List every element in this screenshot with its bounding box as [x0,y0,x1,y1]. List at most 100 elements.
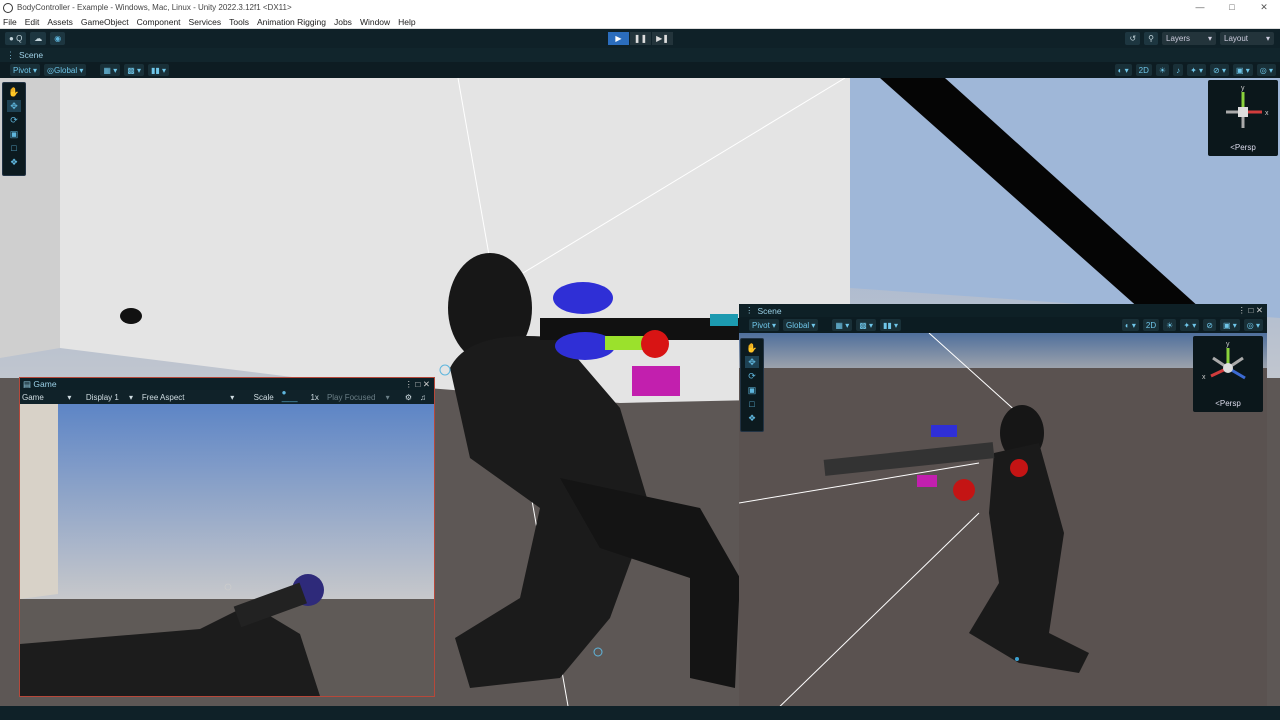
svg-text:x: x [1265,110,1269,117]
menu-assets[interactable]: Assets [47,17,73,27]
collab-icon[interactable]: ◉ [50,32,66,45]
tab-game[interactable]: Game [33,379,56,389]
window-title-bar: BodyController - Example - Windows, Mac,… [0,0,1280,15]
effects-icon[interactable]: ✦ ▾ [1187,64,1207,76]
tab-scene-2[interactable]: Scene [758,306,782,316]
effects-icon[interactable]: ✦ ▾ [1180,319,1200,331]
grip-icon: ⋮ [6,49,15,60]
hand-tool-icon[interactable]: ✋ [7,86,21,98]
layers-dropdown[interactable]: Layers ▾ [1162,32,1216,45]
close-button[interactable]: ✕ [1248,0,1280,15]
menu-tools[interactable]: Tools [229,17,249,27]
hidden-objects-icon[interactable]: ⊘ ▾ [1210,64,1229,76]
draw-mode-icon[interactable]: ◐ ▾ [1114,64,1132,76]
draw-mode-icon[interactable]: ◐ ▾ [1121,319,1139,331]
window-menu-icon[interactable]: ⋮ □ ✕ [405,379,430,390]
axis-gizmo-icon: y x [1226,85,1269,128]
chevron-down-icon: ▾ [1265,34,1270,43]
scene-2-orientation-gizmo[interactable]: y x <Persp [1193,336,1263,412]
grid-snap-icon[interactable]: ▦ ▾ [100,64,121,76]
scene-window-2-tab: ⋮ Scene ⋮ □ ✕ [739,304,1267,317]
play-button[interactable]: ▶ [608,32,629,45]
menu-edit[interactable]: Edit [25,17,40,27]
scene-view-toolbar: Pivot ▾ ◎ Global ▾ ▦ ▾ ▩ ▾ ▮▮ ▾ ◐ ▾ 2D ☀… [0,62,1280,78]
lighting-icon[interactable]: ☀ [1163,319,1177,331]
align-icon[interactable]: ▮▮ ▾ [880,319,902,331]
global-toggle-2[interactable]: Global ▾ [783,319,819,331]
display-dropdown[interactable]: Display 1 ▾ [86,393,134,402]
gizmos-icon[interactable]: ◎ ▾ [1243,319,1263,331]
rotate-tool-icon[interactable]: ⟳ [745,370,759,382]
mode-2d-toggle[interactable]: 2D [1135,64,1152,76]
play-controls: ▶ ❚❚ ▶❚ [608,32,673,45]
pause-button[interactable]: ❚❚ [630,32,651,45]
bug-icon[interactable]: ⚙ [405,393,412,402]
view-mode-dropdown[interactable]: Game ▾ [22,393,78,402]
audio-icon[interactable]: ♪ [1173,64,1184,76]
aspect-dropdown[interactable]: Free Aspect ▾ [142,393,246,402]
scene-viewport-2[interactable] [739,333,1267,717]
transform-tool-icon[interactable]: ❖ [745,412,759,424]
game-viewport[interactable] [20,404,434,696]
snap-increment-icon[interactable]: ▩ ▾ [856,319,877,331]
tab-scene[interactable]: Scene [19,50,43,60]
rect-tool-icon[interactable]: □ [745,398,759,410]
persp-label[interactable]: <Persp [1208,143,1278,152]
mode-2d-toggle-2[interactable]: 2D [1142,319,1160,331]
play-mode-dropdown[interactable]: Play Focused ▾ [327,393,397,402]
menu-bar: File Edit Assets GameObject Component Se… [0,15,1280,29]
menu-component[interactable]: Component [137,17,181,27]
global-label: Global [54,65,78,75]
game-window-tab: ▤ Game ⋮ □ ✕ [20,378,434,390]
scale-label: Scale [253,392,274,402]
audio-mute-icon[interactable]: ♫ [420,393,426,402]
search-icon[interactable]: ⚲ [1144,32,1158,45]
layout-dropdown[interactable]: Layout ▾ [1220,32,1274,45]
step-button[interactable]: ▶❚ [652,32,673,45]
minimize-button[interactable]: — [1184,0,1216,15]
rotate-tool-icon[interactable]: ⟳ [7,114,21,126]
scale-tool-icon[interactable]: ▣ [745,384,759,396]
account-icon: ● [9,34,17,43]
gizmos-icon[interactable]: ◎ ▾ [1256,64,1276,76]
menu-file[interactable]: File [3,17,17,27]
svg-text:y: y [1226,341,1230,348]
layout-label: Layout [1224,34,1249,43]
status-bar [0,706,1280,720]
menu-window[interactable]: Window [360,17,390,27]
move-tool-icon[interactable]: ✥ [745,356,759,368]
chevron-down-icon: ▾ [1207,34,1212,43]
menu-gameobject[interactable]: GameObject [81,17,129,27]
hand-tool-icon[interactable]: ✋ [745,342,759,354]
pivot-toggle[interactable]: Pivot ▾ [10,64,41,76]
transform-tool-icon[interactable]: ❖ [7,156,21,168]
undo-history-icon[interactable]: ↺ [1125,32,1141,45]
snap-increment-icon[interactable]: ▩ ▾ [124,64,144,76]
game-window: ▤ Game ⋮ □ ✕ Game ▾ Display 1 ▾ Free Asp… [19,377,435,697]
account-button[interactable]: ● Q [5,32,27,45]
scale-tool-icon[interactable]: ▣ [7,128,21,140]
align-icon[interactable]: ▮▮ ▾ [148,64,170,76]
camera-icon[interactable]: ▣ ▾ [1232,64,1253,76]
menu-help[interactable]: Help [398,17,415,27]
scene-orientation-gizmo[interactable]: y x <Persp [1208,80,1278,156]
pivot-toggle-2[interactable]: Pivot ▾ [749,319,780,331]
camera-icon[interactable]: ▣ ▾ [1219,319,1240,331]
game-render [20,404,434,696]
menu-animation-rigging[interactable]: Animation Rigging [257,17,326,27]
lighting-icon[interactable]: ☀ [1155,64,1170,76]
grip-icon: ⋮ [745,305,754,315]
window-menu-icon[interactable]: ⋮ □ ✕ [1238,305,1263,316]
persp-label-2[interactable]: <Persp [1193,399,1263,408]
move-tool-icon[interactable]: ✥ [7,100,21,112]
svg-text:y: y [1241,85,1245,92]
game-view-toolbar: Game ▾ Display 1 ▾ Free Aspect ▾ Scale ●… [20,388,434,406]
hidden-objects-icon[interactable]: ⊘ [1203,319,1216,331]
maximize-button[interactable]: □ [1216,0,1248,15]
menu-jobs[interactable]: Jobs [334,17,352,27]
global-toggle[interactable]: ◎ Global ▾ [44,64,87,76]
grid-snap-icon[interactable]: ▦ ▾ [832,319,853,331]
menu-services[interactable]: Services [189,17,222,27]
rect-tool-icon[interactable]: □ [7,142,21,154]
cloud-icon[interactable]: ☁ [30,32,47,45]
